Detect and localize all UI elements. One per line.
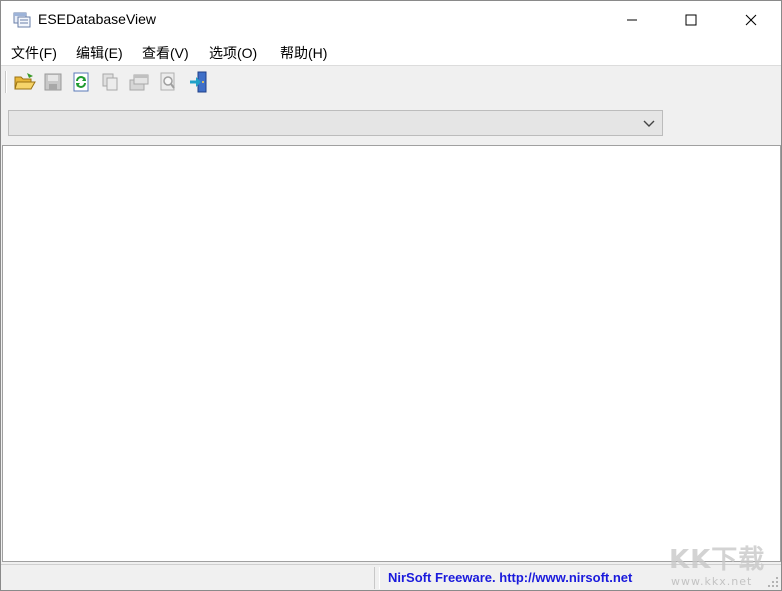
site-watermark: KK下载 www.kkx.net [669, 539, 781, 591]
exit-button[interactable] [186, 70, 210, 94]
exit-icon [190, 71, 207, 93]
save-button[interactable] [41, 70, 65, 94]
open-button[interactable] [13, 70, 37, 94]
maximize-icon [685, 14, 697, 26]
find-button[interactable] [156, 70, 180, 94]
minimize-icon [627, 19, 637, 21]
database-view-icon [13, 12, 31, 28]
toolbar [1, 65, 781, 97]
minimize-button[interactable] [609, 1, 655, 39]
menu-options[interactable]: 选项(O) [207, 43, 259, 63]
watermark-logo: KK下载 [669, 545, 766, 575]
app-window: ESEDatabaseView 文件(F) 编辑(E) 查看(V) 选项(O) … [0, 0, 782, 591]
watermark-url: www.kkx.net [671, 575, 753, 588]
copy-button[interactable] [98, 70, 122, 94]
menu-help[interactable]: 帮助(H) [278, 43, 329, 63]
records-list-view[interactable] [2, 145, 781, 562]
menu-view[interactable]: 查看(V) [140, 43, 191, 63]
status-pane-info [3, 567, 375, 589]
close-icon [745, 14, 757, 26]
properties-icon [129, 74, 149, 91]
menu-bar: 文件(F) 编辑(E) 查看(V) 选项(O) 帮助(H) [1, 39, 781, 65]
close-button[interactable] [728, 1, 774, 39]
open-folder-icon [14, 73, 36, 90]
refresh-icon [73, 72, 89, 92]
title-bar[interactable]: ESEDatabaseView [1, 1, 781, 39]
find-icon [160, 72, 175, 91]
save-icon [44, 73, 62, 91]
table-selector-combobox[interactable] [8, 110, 663, 136]
status-bar: NirSoft Freeware. http://www.nirsoft.net [1, 564, 781, 590]
menu-edit[interactable]: 编辑(E) [74, 43, 125, 63]
nirsoft-link[interactable]: NirSoft Freeware. http://www.nirsoft.net [388, 570, 632, 585]
status-pane-link: NirSoft Freeware. http://www.nirsoft.net [379, 567, 669, 589]
window-title: ESEDatabaseView [38, 11, 157, 27]
maximize-button[interactable] [668, 1, 714, 39]
chevron-down-icon[interactable] [642, 117, 656, 131]
menu-file[interactable]: 文件(F) [9, 43, 59, 63]
properties-button[interactable] [127, 70, 151, 94]
toolbar-grip [5, 71, 7, 93]
copy-icon [102, 73, 118, 91]
refresh-button[interactable] [69, 70, 93, 94]
